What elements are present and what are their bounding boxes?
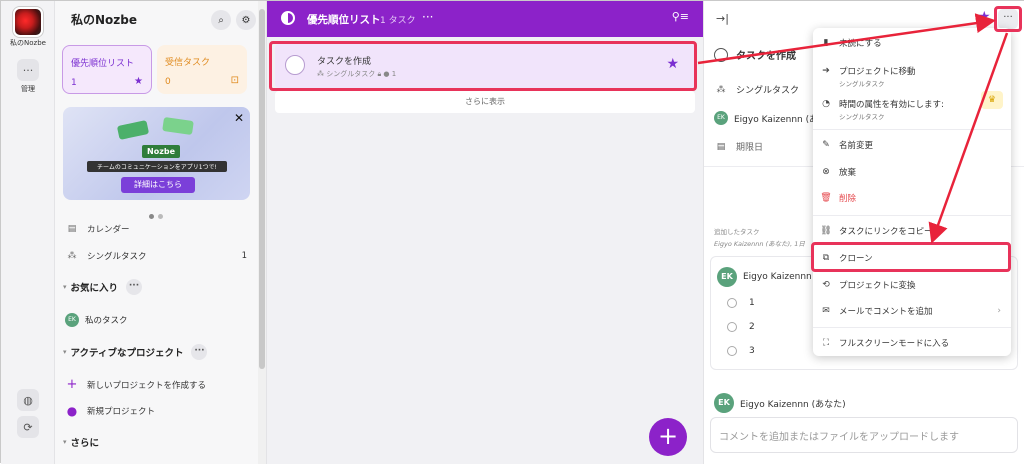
annotation-arrow [697, 13, 996, 65]
annotation-arrows [697, 13, 1009, 244]
app-window: 私のNozbe ··· 管理 ◍ ⟳ 私のNozbe ⌕ ⚙ 優先順位リスト 1… [0, 0, 1024, 464]
annotation-arrow [928, 32, 1009, 244]
